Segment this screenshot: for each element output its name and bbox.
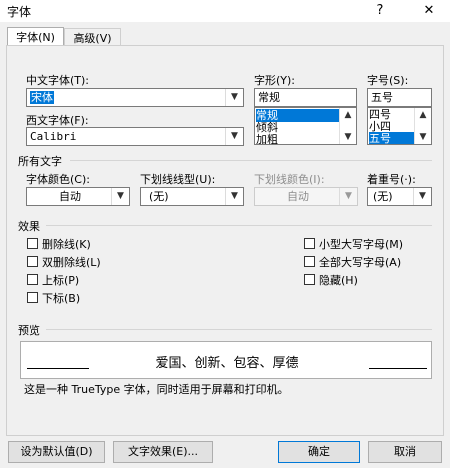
all-caps-label[interactable]: 全部大写字母(A) xyxy=(319,254,401,270)
underline-color-combo: 自动 ▼ xyxy=(254,187,358,206)
chevron-up-icon[interactable]: ▲ xyxy=(415,108,431,122)
cancel-button[interactable]: 取消 xyxy=(368,441,442,463)
chinese-font-label: 中文字体(T): xyxy=(26,74,90,87)
small-caps-label[interactable]: 小型大写字母(M) xyxy=(319,236,403,252)
hidden-label[interactable]: 隐藏(H) xyxy=(319,272,358,288)
help-button[interactable]: ? xyxy=(365,1,395,21)
subscript-checkbox[interactable] xyxy=(27,292,38,303)
font-style-value: 常规 xyxy=(258,91,280,104)
close-button[interactable]: ✕ xyxy=(414,1,444,21)
underline-style-label: 下划线线型(U): xyxy=(140,173,216,186)
chinese-font-combo[interactable]: 宋体 ▼ xyxy=(26,88,244,107)
chevron-up-icon[interactable]: ▲ xyxy=(340,108,356,122)
preview-baseline-right xyxy=(369,368,427,369)
chevron-down-icon[interactable]: ▼ xyxy=(111,188,129,205)
chevron-down-icon[interactable]: ▼ xyxy=(413,188,431,205)
font-size-value: 五号 xyxy=(371,91,393,104)
ok-button[interactable]: 确定 xyxy=(278,441,360,463)
double-strikethrough-checkbox[interactable] xyxy=(27,256,38,267)
superscript-label[interactable]: 上标(P) xyxy=(42,272,79,288)
western-font-label: 西文字体(F): xyxy=(26,114,89,127)
underline-style-combo[interactable]: (无) ▼ xyxy=(140,187,244,206)
chevron-down-icon[interactable]: ▼ xyxy=(340,130,356,144)
tab-advanced[interactable]: 高级(V) xyxy=(64,28,121,45)
font-style-input[interactable]: 常规 xyxy=(254,88,357,107)
font-style-list[interactable]: 常规 倾斜 加粗 ▲ ▼ xyxy=(254,107,357,145)
list-item[interactable]: 五号 xyxy=(369,132,414,144)
group-divider xyxy=(70,160,432,161)
font-size-label: 字号(S): xyxy=(367,74,409,87)
font-color-combo[interactable]: 自动 ▼ xyxy=(26,187,130,206)
group-divider xyxy=(46,225,432,226)
all-text-header: 所有文字 xyxy=(18,155,62,168)
chevron-down-icon[interactable]: ▼ xyxy=(225,89,243,106)
underline-color-value: 自动 xyxy=(287,190,309,203)
emphasis-mark-combo[interactable]: (无) ▼ xyxy=(367,187,432,206)
window-title: 字体 xyxy=(7,5,32,19)
font-color-value: 自动 xyxy=(59,190,81,203)
underline-style-value: (无) xyxy=(149,190,169,203)
all-caps-checkbox[interactable] xyxy=(304,256,315,267)
scrollbar[interactable]: ▲ ▼ xyxy=(339,108,356,144)
superscript-checkbox[interactable] xyxy=(27,274,38,285)
font-size-input[interactable]: 五号 xyxy=(367,88,432,107)
preview-header: 预览 xyxy=(18,324,40,337)
font-size-list[interactable]: 四号 小四 五号 ▲ ▼ xyxy=(367,107,432,145)
chevron-down-icon[interactable]: ▼ xyxy=(415,130,431,144)
preview-sample-text: 爱国、创新、包容、厚德 xyxy=(155,356,299,371)
group-divider xyxy=(46,329,432,330)
font-style-label: 字形(Y): xyxy=(254,74,296,87)
preview-note: 这是一种 TrueType 字体，同时适用于屏幕和打印机。 xyxy=(24,383,289,396)
preview-box: 爱国、创新、包容、厚德 xyxy=(20,341,432,379)
text-effects-button[interactable]: 文字效果(E)... xyxy=(113,441,213,463)
chevron-down-icon[interactable]: ▼ xyxy=(225,128,243,145)
effects-header: 效果 xyxy=(18,220,40,233)
underline-color-label: 下划线颜色(I): xyxy=(254,173,325,186)
font-color-label: 字体颜色(C): xyxy=(26,173,90,186)
strikethrough-checkbox[interactable] xyxy=(27,238,38,249)
chinese-font-value: 宋体 xyxy=(30,91,54,104)
list-item[interactable]: 加粗 xyxy=(256,133,278,144)
title-bar: 字体 ? ✕ xyxy=(0,0,450,22)
tab-font[interactable]: 字体(N) xyxy=(7,27,64,46)
small-caps-checkbox[interactable] xyxy=(304,238,315,249)
western-font-value: Calibri xyxy=(30,130,77,143)
western-font-combo[interactable]: Calibri ▼ xyxy=(26,127,244,146)
set-default-button[interactable]: 设为默认值(D) xyxy=(8,441,105,463)
preview-baseline-left xyxy=(27,368,89,369)
hidden-checkbox[interactable] xyxy=(304,274,315,285)
double-strikethrough-label[interactable]: 双删除线(L) xyxy=(42,254,101,270)
strikethrough-label[interactable]: 删除线(K) xyxy=(42,236,91,252)
chevron-down-icon[interactable]: ▼ xyxy=(225,188,243,205)
chevron-down-icon: ▼ xyxy=(339,188,357,205)
scrollbar[interactable]: ▲ ▼ xyxy=(414,108,431,144)
subscript-label[interactable]: 下标(B) xyxy=(42,290,80,306)
emphasis-mark-label: 着重号(·): xyxy=(367,173,416,186)
emphasis-mark-value: (无) xyxy=(373,190,393,203)
